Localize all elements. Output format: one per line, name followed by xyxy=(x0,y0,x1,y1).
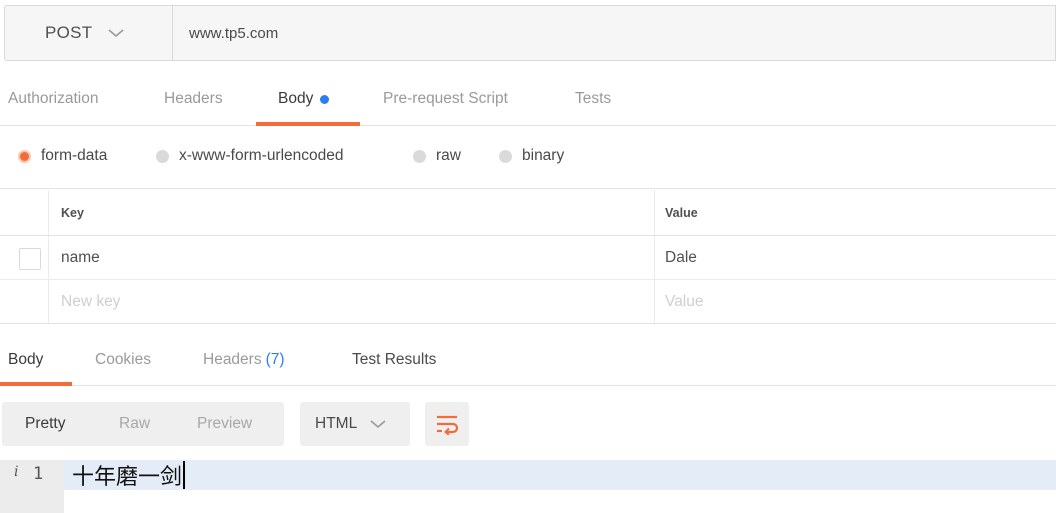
chevron-down-icon xyxy=(107,29,124,38)
active-line-highlight xyxy=(64,460,1056,490)
active-tab-underline xyxy=(256,122,360,126)
row-enable-checkbox[interactable] xyxy=(19,248,41,270)
line-number: 1 xyxy=(33,464,44,484)
tab-response-headers[interactable]: Headers (7) xyxy=(203,336,285,384)
params-table: Key Value name Dale New key Value xyxy=(0,190,1056,324)
view-preview-button[interactable]: Preview xyxy=(197,402,252,446)
view-pretty-button[interactable]: Pretty xyxy=(25,402,65,446)
chevron-down-icon xyxy=(370,420,386,429)
language-select[interactable]: HTML xyxy=(300,402,410,446)
language-label: HTML xyxy=(315,415,358,432)
tab-response-headers-label: Headers xyxy=(203,351,262,368)
column-header-value: Value xyxy=(654,190,1056,235)
radio-label: form-data xyxy=(41,147,108,164)
wrap-lines-icon xyxy=(437,415,459,435)
radio-label: raw xyxy=(436,147,461,164)
active-tab-underline xyxy=(0,382,72,386)
table-header-row: Key Value xyxy=(0,190,1056,236)
radio-form-data[interactable]: form-data xyxy=(18,127,107,185)
tab-headers[interactable]: Headers xyxy=(164,72,223,126)
new-value-input[interactable]: Value xyxy=(654,280,1056,323)
radio-label: binary xyxy=(522,147,565,164)
response-editor[interactable]: i 1 十年磨一剑 xyxy=(0,460,1056,513)
table-row: name Dale xyxy=(0,236,1056,280)
body-type-options: form-data x-www-form-urlencoded raw bina… xyxy=(0,127,1056,189)
view-mode-toggle: Pretty Raw Preview xyxy=(2,402,284,446)
request-tabs: Authorization Headers Body Pre-request S… xyxy=(0,72,1056,126)
code-line: 十年磨一剑 xyxy=(72,461,186,490)
tab-tests[interactable]: Tests xyxy=(575,72,611,126)
info-icon: i xyxy=(14,464,19,480)
tab-response-body[interactable]: Body xyxy=(8,336,43,384)
line-gutter: i 1 xyxy=(0,460,64,513)
tab-pre-request-script[interactable]: Pre-request Script xyxy=(383,72,508,126)
request-bar: POST www.tp5.com xyxy=(4,5,1056,61)
param-value-input[interactable]: Dale xyxy=(654,236,1056,279)
radio-raw[interactable]: raw xyxy=(413,127,461,185)
param-key-input[interactable]: name xyxy=(48,236,654,279)
view-raw-button[interactable]: Raw xyxy=(119,402,150,446)
radio-unselected-icon xyxy=(499,149,512,163)
headers-count-badge: (7) xyxy=(265,351,285,368)
column-header-key: Key xyxy=(48,190,654,235)
tab-cookies[interactable]: Cookies xyxy=(95,336,151,384)
wrap-lines-button[interactable] xyxy=(425,402,469,446)
radio-selected-icon xyxy=(18,149,31,163)
text-cursor xyxy=(183,461,186,489)
tab-test-results[interactable]: Test Results xyxy=(352,336,436,384)
code-line-text: 十年磨一剑 xyxy=(72,465,183,490)
table-row-new: New key Value xyxy=(0,280,1056,324)
new-key-input[interactable]: New key xyxy=(48,280,654,323)
radio-x-www-form-urlencoded[interactable]: x-www-form-urlencoded xyxy=(156,127,344,185)
modified-dot-icon xyxy=(320,94,330,104)
method-label: POST xyxy=(45,23,93,42)
method-select[interactable]: POST xyxy=(4,5,172,61)
response-tabs: Body Cookies Headers (7) Test Results xyxy=(0,336,1056,386)
tab-body[interactable]: Body xyxy=(278,72,330,126)
radio-unselected-icon xyxy=(413,149,426,163)
radio-binary[interactable]: binary xyxy=(499,127,564,185)
tab-body-label: Body xyxy=(278,90,314,107)
url-input[interactable]: www.tp5.com xyxy=(172,5,1056,61)
radio-unselected-icon xyxy=(156,149,169,163)
tab-authorization[interactable]: Authorization xyxy=(8,72,98,126)
radio-label: x-www-form-urlencoded xyxy=(179,147,344,164)
